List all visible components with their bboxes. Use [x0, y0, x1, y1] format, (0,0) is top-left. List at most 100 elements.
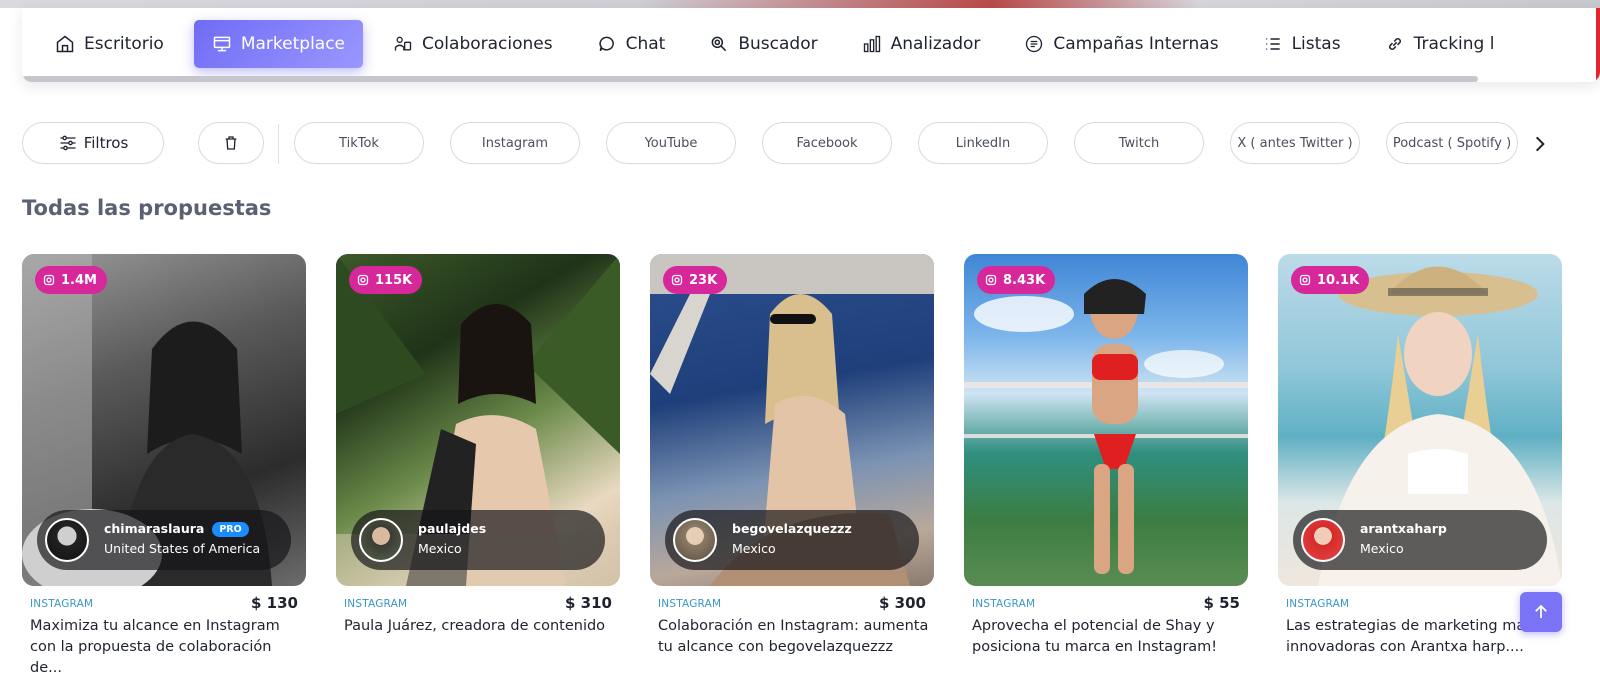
creator-name[interactable]: chimaraslaura	[104, 521, 204, 536]
campaign-list-icon	[1026, 35, 1043, 53]
proposal-description[interactable]: Maximiza tu alcance en Instagram con la …	[30, 616, 302, 679]
avatar[interactable]	[673, 518, 717, 562]
chip-label: Facebook	[796, 135, 858, 151]
pro-badge: PRO	[212, 522, 249, 537]
instagram-icon	[1299, 274, 1311, 286]
proposal-card[interactable]: 115K paulajdes Mexico INSTAGRAM $ 310 Pa…	[336, 254, 620, 634]
sliders-icon	[60, 135, 76, 151]
storefront-icon	[213, 36, 231, 52]
creator-location: Mexico	[418, 541, 462, 556]
followers-badge: 10.1K	[1291, 266, 1370, 294]
chip-label: LinkedIn	[955, 135, 1011, 151]
platform-chip-facebook[interactable]: Facebook	[762, 122, 892, 164]
creator-location: United States of America	[104, 541, 261, 556]
chip-label: Podcast ( Spotify )	[1392, 135, 1512, 151]
creator-info[interactable]: arantxaharp Mexico	[1293, 510, 1547, 570]
nav-label: Listas	[1291, 34, 1341, 54]
creator-photo[interactable]: 115K paulajdes Mexico	[336, 254, 620, 586]
nav-item-listas[interactable]: Listas	[1249, 20, 1355, 68]
chip-label: YouTube	[644, 135, 698, 151]
platform-chip-instagram[interactable]: Instagram	[450, 122, 580, 164]
proposal-card[interactable]: 23K begovelazquezzz Mexico INSTAGRAM $ 3…	[650, 254, 934, 655]
followers-count: 115K	[375, 272, 413, 288]
platform-chip-linkedin[interactable]: LinkedIn	[918, 122, 1048, 164]
nav-item-marketplace[interactable]: Marketplace	[193, 20, 364, 68]
price: $ 130	[251, 594, 298, 612]
nav-label: Marketplace	[240, 34, 346, 54]
price: $ 310	[565, 594, 612, 612]
followers-count: 8.43K	[1003, 272, 1046, 288]
creator-photo[interactable]: 1.4M chimaraslaura PRO United States of A…	[22, 254, 306, 586]
price: $ 55	[1203, 594, 1240, 612]
creator-location: Mexico	[1360, 541, 1404, 556]
proposal-description[interactable]: Colaboración en Instagram: aumenta tu al…	[658, 616, 930, 658]
creator-photo[interactable]: 10.1K arantxaharp Mexico	[1278, 254, 1562, 586]
platform-label: INSTAGRAM	[30, 598, 94, 610]
nav-item-tracking[interactable]: Tracking l	[1371, 20, 1509, 68]
platform-chip-youtube[interactable]: YouTube	[606, 122, 736, 164]
proposal-description[interactable]: Aprovecha el potencial de Shay y posicio…	[972, 616, 1244, 658]
followers-count: 1.4M	[61, 272, 97, 288]
creator-info[interactable]: begovelazquezzz Mexico	[665, 510, 919, 570]
arrow-up-icon	[1535, 604, 1547, 618]
list-icon	[1265, 38, 1280, 50]
platform-chip-tiktok[interactable]: TikTok	[294, 122, 424, 164]
nav-label: Campañas Internas	[1053, 34, 1219, 54]
nav-item-colaboraciones[interactable]: Colaboraciones	[379, 20, 567, 68]
nav-item-buscador[interactable]: Buscador	[695, 20, 831, 68]
creator-name[interactable]: begovelazquezzz	[732, 521, 852, 536]
creator-name[interactable]: arantxaharp	[1360, 521, 1447, 536]
chip-label: Instagram	[481, 135, 549, 151]
nav-label: Chat	[625, 34, 666, 54]
proposal-description[interactable]: Las estrategias de marketing mas innovad…	[1286, 616, 1548, 658]
proposal-description[interactable]: Paula Juárez, creadora de contenido	[344, 616, 616, 637]
search-icon	[711, 36, 727, 52]
chip-label: TikTok	[339, 135, 379, 151]
home-icon	[56, 35, 74, 53]
nav-label: Analizador	[890, 34, 981, 54]
nav-scrollbar[interactable]	[22, 76, 1478, 82]
instagram-icon	[357, 274, 369, 286]
nav-item-chat[interactable]: Chat	[583, 20, 680, 68]
nav-item-escritorio[interactable]: Escritorio	[41, 20, 178, 68]
avatar[interactable]	[359, 518, 403, 562]
followers-count: 10.1K	[1317, 272, 1360, 288]
creator-photo[interactable]: 8.43K	[964, 254, 1248, 586]
platform-chip-twitch[interactable]: Twitch	[1074, 122, 1204, 164]
creator-photo[interactable]: 23K begovelazquezzz Mexico	[650, 254, 934, 586]
clear-filters-button[interactable]	[198, 122, 264, 164]
platform-chip-podcast[interactable]: Podcast ( Spotify )	[1386, 122, 1518, 164]
link-icon	[1388, 38, 1401, 50]
followers-badge: 23K	[663, 266, 728, 294]
platform-label: INSTAGRAM	[1286, 598, 1350, 610]
proposal-card[interactable]: 1.4M chimaraslaura PRO United States of A…	[22, 254, 306, 676]
chip-label: X ( antes Twitter )	[1237, 135, 1353, 151]
platform-chip-x[interactable]: X ( antes Twitter )	[1230, 122, 1360, 164]
followers-badge: 115K	[349, 266, 423, 294]
avatar[interactable]	[45, 518, 89, 562]
price: $ 300	[879, 594, 926, 612]
avatar[interactable]	[1301, 518, 1345, 562]
instagram-icon	[985, 274, 997, 286]
chat-bubble-icon	[599, 36, 614, 52]
creator-name[interactable]: paulajdes	[418, 521, 486, 536]
followers-badge: 8.43K	[977, 266, 1056, 294]
nav-item-analizador[interactable]: Analizador	[848, 20, 995, 68]
followers-badge: 1.4M	[35, 266, 107, 294]
filters-button[interactable]: Filtros	[22, 122, 164, 164]
nav-label: Escritorio	[84, 34, 164, 54]
creator-info[interactable]: paulajdes Mexico	[351, 510, 605, 570]
filter-divider	[278, 124, 279, 164]
creator-location: Mexico	[732, 541, 776, 556]
proposal-card[interactable]: 10.1K arantxaharp Mexico INSTAGRAM $ Las…	[1278, 254, 1562, 655]
proposal-card[interactable]: 8.43K INSTAGRAM $ 55 Aprovecha el potenc…	[964, 254, 1248, 655]
platform-label: INSTAGRAM	[658, 598, 722, 610]
section-title: Todas las propuestas	[22, 196, 272, 220]
chip-label: Twitch	[1118, 135, 1160, 151]
chevron-right-icon[interactable]	[1530, 134, 1550, 154]
scroll-to-top-button[interactable]	[1520, 592, 1562, 632]
creator-info[interactable]: chimaraslaura PRO United States of Americ…	[37, 510, 291, 570]
instagram-icon	[43, 274, 55, 286]
nav-item-campanas-internas[interactable]: Campañas Internas	[1010, 20, 1232, 68]
filter-bar: Filtros TikTok Instagram YouTube Faceboo…	[22, 122, 1600, 166]
